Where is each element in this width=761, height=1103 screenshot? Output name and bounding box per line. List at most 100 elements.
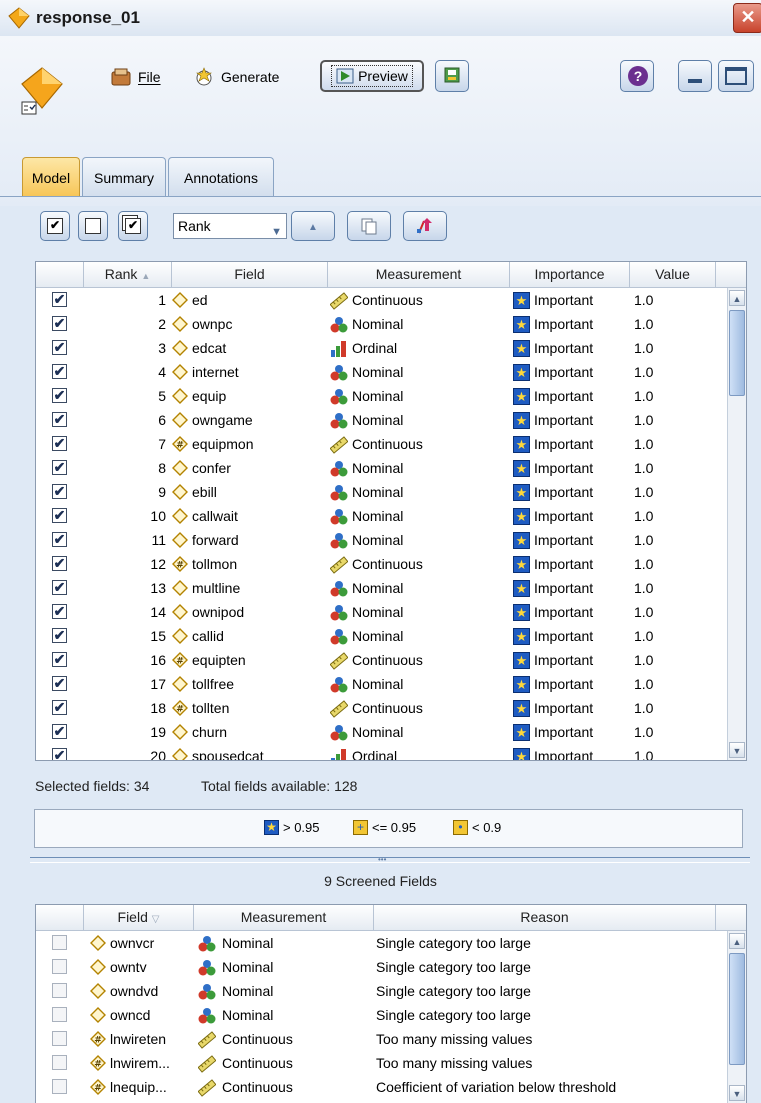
tab-summary[interactable]: Summary (82, 157, 166, 197)
header-importance[interactable]: Importance (510, 262, 630, 288)
row-checkbox[interactable]: ✔ (52, 604, 67, 619)
screened-scroll-down-icon[interactable]: ▼ (729, 1085, 745, 1101)
table-row[interactable]: ✔ 17 tollfree Nominal ★ Important 1.0 (36, 672, 746, 696)
splitter-grip-icon[interactable]: ••• (378, 855, 386, 864)
tab-model[interactable]: Model (22, 157, 80, 197)
row-checkbox[interactable]: ✔ (52, 628, 67, 643)
scroll-thumb[interactable] (729, 310, 745, 396)
table-row[interactable]: ✔ 7 # equipmon Continuous ★ Important 1.0 (36, 432, 746, 456)
row-checkbox[interactable]: ✔ (52, 676, 67, 691)
row-checkbox[interactable]: ✔ (52, 340, 67, 355)
table-row[interactable]: ✔ 8 confer Nominal ★ Important 1.0 (36, 456, 746, 480)
sort-ascending-button[interactable]: ▲ (291, 211, 335, 241)
field-type-icon (172, 628, 188, 644)
field-type-icon (172, 484, 188, 500)
importance-cell: Important (534, 388, 594, 404)
row-checkbox[interactable]: ✔ (52, 556, 67, 571)
row-checkbox[interactable]: ✔ (52, 484, 67, 499)
row-checkbox[interactable]: ✔ (52, 724, 67, 739)
row-checkbox[interactable] (52, 1007, 67, 1022)
header-rank[interactable]: Rank ▲ (84, 262, 172, 288)
screened-header-measurement[interactable]: Measurement (194, 905, 374, 931)
maximize-button[interactable] (718, 60, 754, 92)
row-checkbox[interactable]: ✔ (52, 532, 67, 547)
screened-table-scrollbar[interactable]: ▲ ▼ (727, 931, 746, 1103)
row-checkbox[interactable]: ✔ (52, 700, 67, 715)
row-checkbox[interactable]: ✔ (52, 748, 67, 760)
row-checkbox[interactable]: ✔ (52, 292, 67, 307)
screened-table[interactable]: Field ▽ Measurement Reason ownvcr Nominal… (35, 904, 747, 1103)
table-row[interactable]: ✔ 3 edcat Ordinal ★ Important 1.0 (36, 336, 746, 360)
copy-button[interactable] (347, 211, 391, 241)
table-row[interactable]: ✔ 13 multline Nominal ★ Important 1.0 (36, 576, 746, 600)
row-checkbox[interactable] (52, 1031, 67, 1046)
table-row[interactable]: ✔ 15 callid Nominal ★ Important 1.0 (36, 624, 746, 648)
unimportant-dot-icon: • (453, 820, 468, 835)
screened-row[interactable]: owndvd Nominal Single category too large (36, 979, 746, 1003)
row-checkbox[interactable]: ✔ (52, 580, 67, 595)
table-row[interactable]: ✔ 4 internet Nominal ★ Important 1.0 (36, 360, 746, 384)
pane-splitter[interactable] (30, 857, 750, 863)
row-checkbox[interactable]: ✔ (52, 412, 67, 427)
row-checkbox[interactable] (52, 935, 67, 950)
file-menu[interactable]: File (110, 62, 161, 92)
scroll-up-icon[interactable]: ▲ (729, 290, 745, 306)
fields-table[interactable]: Rank ▲ Field Measurement Importance Valu… (35, 261, 747, 761)
screened-row[interactable]: owncd Nominal Single category too large (36, 1003, 746, 1027)
table-row[interactable]: ✔ 19 churn Nominal ★ Important 1.0 (36, 720, 746, 744)
screened-header-checkbox-col[interactable] (36, 905, 84, 931)
tab-annotations[interactable]: Annotations (168, 157, 274, 197)
row-checkbox[interactable]: ✔ (52, 460, 67, 475)
table-row[interactable]: ✔ 9 ebill Nominal ★ Important 1.0 (36, 480, 746, 504)
row-checkbox[interactable] (52, 983, 67, 998)
screened-row[interactable]: # lnequip... Continuous Coefficient of vari… (36, 1075, 746, 1099)
sort-select[interactable]: Rank ▼ (173, 213, 287, 239)
header-field[interactable]: Field (172, 262, 328, 288)
table-row[interactable]: ✔ 10 callwait Nominal ★ Important 1.0 (36, 504, 746, 528)
sort-order-button[interactable] (403, 211, 447, 241)
export-button[interactable] (435, 60, 469, 92)
screened-header-field[interactable]: Field ▽ (84, 905, 194, 931)
table-row[interactable]: ✔ 14 ownipod Nominal ★ Important 1.0 (36, 600, 746, 624)
row-checkbox[interactable] (52, 1055, 67, 1070)
table-row[interactable]: ✔ 18 # tollten Continuous ★ Important 1.0 (36, 696, 746, 720)
table-row[interactable]: ✔ 2 ownpc Nominal ★ Important 1.0 (36, 312, 746, 336)
table-row[interactable]: ✔ 5 equip Nominal ★ Important 1.0 (36, 384, 746, 408)
screened-row[interactable]: ownvcr Nominal Single category too large (36, 931, 746, 955)
table-row[interactable]: ✔ 11 forward Nominal ★ Important 1.0 (36, 528, 746, 552)
header-checkbox-col[interactable] (36, 262, 84, 288)
uncheck-all-button[interactable] (78, 211, 108, 241)
value-cell: 1.0 (634, 532, 654, 548)
preview-button[interactable]: Preview (320, 60, 424, 92)
row-checkbox[interactable]: ✔ (52, 364, 67, 379)
table-row[interactable]: ✔ 1 ed Continuous ★ Important 1.0 (36, 288, 746, 312)
scroll-down-icon[interactable]: ▼ (729, 742, 745, 758)
title-bar[interactable]: response_01 ✕ (0, 0, 761, 37)
table-row[interactable]: ✔ 20 spousedcat Ordinal ★ Important 1.0 (36, 744, 746, 760)
help-button[interactable]: ? (620, 60, 654, 92)
row-checkbox[interactable]: ✔ (52, 436, 67, 451)
minimize-button[interactable] (678, 60, 712, 92)
toggle-check-button[interactable]: ✔ (118, 211, 148, 241)
fields-table-scrollbar[interactable]: ▲ ▼ (727, 288, 746, 760)
screened-row[interactable]: # lnwirem... Continuous Too many missing va… (36, 1051, 746, 1075)
screened-scroll-thumb[interactable] (729, 953, 745, 1065)
row-checkbox[interactable] (52, 1079, 67, 1094)
table-row[interactable]: ✔ 16 # equipten Continuous ★ Important 1.0 (36, 648, 746, 672)
generate-menu[interactable]: Generate (193, 62, 279, 92)
row-checkbox[interactable]: ✔ (52, 508, 67, 523)
screened-row[interactable]: owntv Nominal Single category too large (36, 955, 746, 979)
check-all-button[interactable]: ✔ (40, 211, 70, 241)
header-value[interactable]: Value (630, 262, 716, 288)
screened-header-reason[interactable]: Reason (374, 905, 716, 931)
row-checkbox[interactable]: ✔ (52, 388, 67, 403)
screened-row[interactable]: # lnwireten Continuous Too many missing val… (36, 1027, 746, 1051)
screened-scroll-up-icon[interactable]: ▲ (729, 933, 745, 949)
row-checkbox[interactable]: ✔ (52, 316, 67, 331)
table-row[interactable]: ✔ 12 # tollmon Continuous ★ Important 1.0 (36, 552, 746, 576)
row-checkbox[interactable]: ✔ (52, 652, 67, 667)
table-row[interactable]: ✔ 6 owngame Nominal ★ Important 1.0 (36, 408, 746, 432)
close-button[interactable]: ✕ (733, 3, 761, 33)
row-checkbox[interactable] (52, 959, 67, 974)
header-measurement[interactable]: Measurement (328, 262, 510, 288)
